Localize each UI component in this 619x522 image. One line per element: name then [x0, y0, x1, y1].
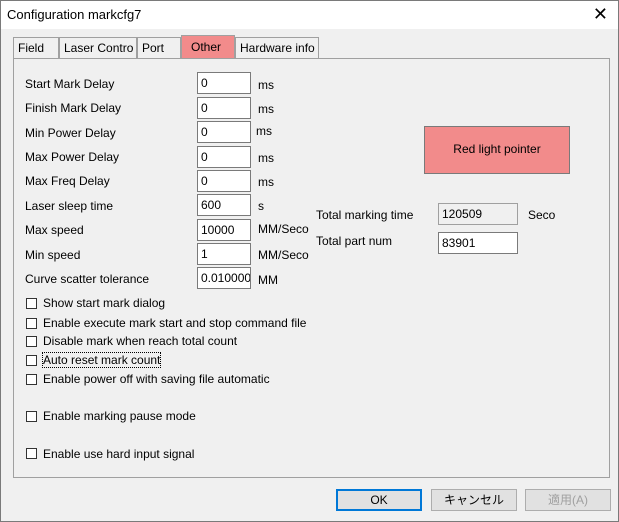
tab-label: Port: [142, 41, 165, 55]
max-freq-delay-label: Max Freq Delay: [25, 174, 110, 188]
close-icon[interactable]: ✕: [593, 4, 608, 24]
tab-laser-control[interactable]: Laser Contro: [59, 37, 137, 58]
title-bar: Configuration markcfg7 ✕: [1, 1, 618, 29]
tab-field[interactable]: Field: [13, 37, 59, 58]
curve-scatter-tolerance-label: Curve scatter tolerance: [25, 272, 150, 286]
cancel-button[interactable]: キャンセル: [431, 489, 517, 511]
finish-mark-delay-label: Finish Mark Delay: [25, 101, 122, 115]
start-mark-delay-label: Start Mark Delay: [25, 77, 115, 91]
min-speed-unit: MM/Seco: [258, 248, 309, 262]
red-light-pointer-button[interactable]: Red light pointer: [424, 126, 570, 174]
max-freq-delay-input[interactable]: 0: [197, 170, 251, 192]
laser-sleep-time-input[interactable]: 600: [197, 194, 251, 216]
auto-reset-mark-count-label: Auto reset mark count: [41, 352, 162, 368]
max-power-delay-unit: ms: [258, 151, 274, 165]
window-title: Configuration markcfg7: [7, 7, 142, 22]
hard-input-signal-checkbox[interactable]: [26, 448, 37, 459]
power-off-saving-file-label: Enable power off with saving file automa…: [43, 372, 270, 386]
total-marking-time-unit: Secor: [528, 208, 556, 222]
max-speed-label: Max speed: [25, 223, 84, 237]
tab-label: Hardware info: [240, 41, 315, 55]
show-start-mark-dialog-checkbox[interactable]: [26, 298, 37, 309]
tab-hardware-info[interactable]: Hardware info: [235, 37, 319, 58]
min-speed-input[interactable]: 1: [197, 243, 251, 265]
execute-mark-command-file-label: Enable execute mark start and stop comma…: [43, 316, 307, 330]
apply-button[interactable]: 適用(A): [525, 489, 611, 511]
marking-pause-mode-label: Enable marking pause mode: [43, 409, 196, 423]
max-power-delay-input[interactable]: 0: [197, 146, 251, 168]
auto-reset-mark-count-checkbox[interactable]: [26, 355, 37, 366]
power-off-saving-file-checkbox[interactable]: [26, 374, 37, 385]
min-power-delay-label: Min Power Delay: [25, 126, 116, 140]
hard-input-signal-label: Enable use hard input signal: [43, 447, 195, 461]
tab-label: Other: [191, 40, 222, 54]
show-start-mark-dialog-label: Show start mark dialog: [43, 296, 166, 310]
min-power-delay-unit: ms: [256, 124, 272, 138]
disable-mark-total-count-label: Disable mark when reach total count: [43, 334, 238, 348]
total-part-num-label: Total part num: [316, 234, 393, 248]
curve-scatter-tolerance-unit: MM: [258, 273, 278, 287]
total-part-num-input[interactable]: 83901: [438, 232, 518, 254]
start-mark-delay-unit: ms: [258, 78, 274, 92]
min-power-delay-input[interactable]: 0: [197, 121, 251, 143]
max-freq-delay-unit: ms: [258, 175, 274, 189]
finish-mark-delay-unit: ms: [258, 102, 274, 116]
tab-label: Laser Contro: [64, 41, 134, 55]
marking-pause-mode-checkbox[interactable]: [26, 411, 37, 422]
disable-mark-total-count-checkbox[interactable]: [26, 336, 37, 347]
execute-mark-command-file-checkbox[interactable]: [26, 318, 37, 329]
curve-scatter-tolerance-input[interactable]: 0.010000: [197, 267, 251, 289]
laser-sleep-time-label: Laser sleep time: [25, 199, 114, 213]
start-mark-delay-input[interactable]: 0: [197, 72, 251, 94]
ok-button[interactable]: OK: [336, 489, 422, 511]
max-speed-unit: MM/Seco: [258, 222, 309, 236]
max-power-delay-label: Max Power Delay: [25, 150, 120, 164]
min-speed-label: Min speed: [25, 248, 81, 262]
tab-port[interactable]: Port: [137, 37, 181, 58]
max-speed-input[interactable]: 10000: [197, 219, 251, 241]
total-marking-time-value: 120509: [438, 203, 518, 225]
tab-other[interactable]: Other: [181, 35, 235, 59]
config-dialog: Configuration markcfg7 ✕ Field Laser Con…: [0, 0, 619, 522]
tab-label: Field: [18, 41, 45, 55]
laser-sleep-time-unit: s: [258, 199, 264, 213]
finish-mark-delay-input[interactable]: 0: [197, 97, 251, 119]
total-marking-time-label: Total marking time: [316, 208, 414, 222]
